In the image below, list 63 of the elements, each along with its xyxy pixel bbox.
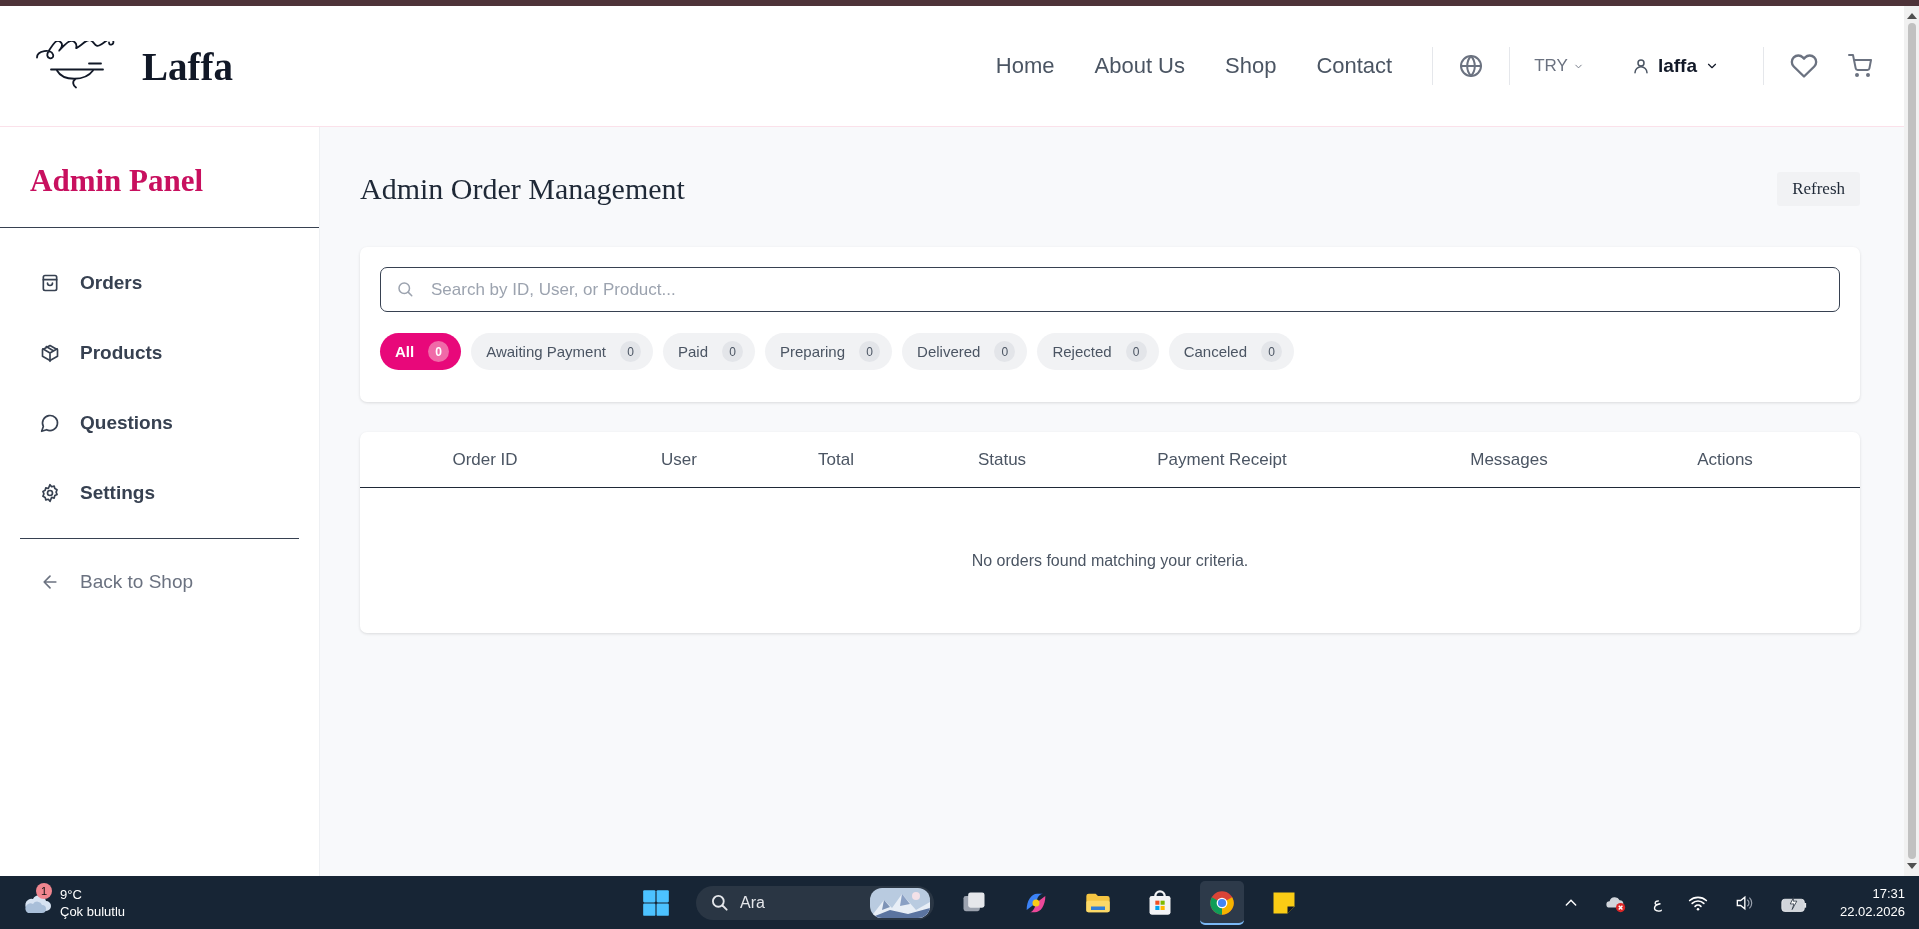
brand-name: Laffa — [142, 43, 233, 89]
notification-badge: 1 — [36, 882, 52, 899]
column-header: Order ID — [451, 449, 519, 470]
windows-logo-icon[interactable] — [642, 888, 670, 917]
bag-icon — [40, 273, 60, 293]
sidebar-item[interactable]: Products — [20, 318, 299, 388]
temperature: 9°C — [60, 885, 83, 903]
user-menu[interactable]: laffa — [1631, 55, 1719, 77]
taskbar-app[interactable] — [1200, 880, 1244, 925]
gear-icon — [40, 483, 60, 503]
globe-icon — [1459, 54, 1484, 78]
weather-condition: Çok bulutlu — [60, 902, 126, 920]
nav-link[interactable]: Contact — [1316, 53, 1393, 79]
page-title: Admin Order Management — [360, 172, 685, 206]
nav-link[interactable]: Home — [995, 53, 1055, 79]
sidebar-item[interactable]: Orders — [20, 248, 299, 318]
sidebar-title: Admin Panel — [0, 127, 319, 228]
nav-link[interactable]: About Us — [1094, 53, 1185, 79]
browser-icon — [1208, 888, 1236, 917]
count-badge: 0 — [994, 341, 1016, 362]
filter-chip[interactable]: Awaiting Payment 0 — [471, 333, 653, 370]
search-field[interactable]: Search by ID, User, or Product... — [380, 267, 1840, 312]
empty-message: No orders found matching your criteria. — [971, 551, 1249, 570]
column-header: Actions — [1696, 449, 1754, 470]
heart-icon — [1790, 52, 1818, 80]
search-icon — [710, 892, 730, 913]
column-header: User — [660, 449, 698, 470]
language-indicator[interactable]: ع — [1652, 893, 1662, 912]
currency-dropdown[interactable]: TRY — [1534, 56, 1584, 76]
weather-widget[interactable]: 1 9°C Çok bulutlu — [22, 885, 622, 920]
column-header: Total — [817, 449, 855, 470]
count-badge: 0 — [859, 341, 881, 362]
date: 22.02.2026 — [1839, 902, 1905, 921]
filter-chip[interactable]: Delivered 0 — [902, 333, 1028, 370]
box-icon — [40, 343, 60, 363]
count-badge: 0 — [428, 341, 450, 362]
clock[interactable]: 17:31 22.02.2026 — [1839, 884, 1905, 921]
filter-chip[interactable]: Paid 0 — [662, 333, 755, 370]
chat-bubble-icon — [40, 413, 60, 433]
filter-chip[interactable]: Canceled 0 — [1168, 333, 1294, 370]
filter-chip[interactable]: All 0 — [380, 333, 462, 370]
column-header: Messages — [1469, 449, 1549, 470]
wishlist-button[interactable] — [1790, 52, 1818, 80]
scrollbar[interactable] — [1904, 6, 1919, 876]
column-header: Payment Receipt — [1156, 449, 1288, 470]
user-icon — [1631, 57, 1650, 75]
column-header: Status — [976, 449, 1028, 470]
back-link[interactable]: Back to Shop — [0, 539, 319, 625]
count-badge: 0 — [1125, 341, 1147, 362]
filter-chip[interactable]: Preparing 0 — [765, 333, 893, 370]
count-badge: 0 — [619, 341, 641, 362]
cart-icon — [1848, 54, 1872, 78]
count-badge: 0 — [1261, 341, 1282, 362]
cart-button[interactable] — [1848, 54, 1872, 78]
sidebar-item[interactable]: Questions — [20, 388, 299, 458]
nav-link[interactable]: Shop — [1225, 53, 1277, 79]
time: 17:31 — [1872, 884, 1905, 903]
filter-chip[interactable]: Rejected 0 — [1037, 333, 1159, 370]
count-badge: 0 — [722, 341, 743, 362]
refresh-button[interactable]: Refresh — [1777, 172, 1860, 206]
language-button[interactable] — [1459, 54, 1484, 78]
search-icon — [396, 280, 414, 298]
sidebar-item[interactable]: Settings — [20, 458, 299, 528]
